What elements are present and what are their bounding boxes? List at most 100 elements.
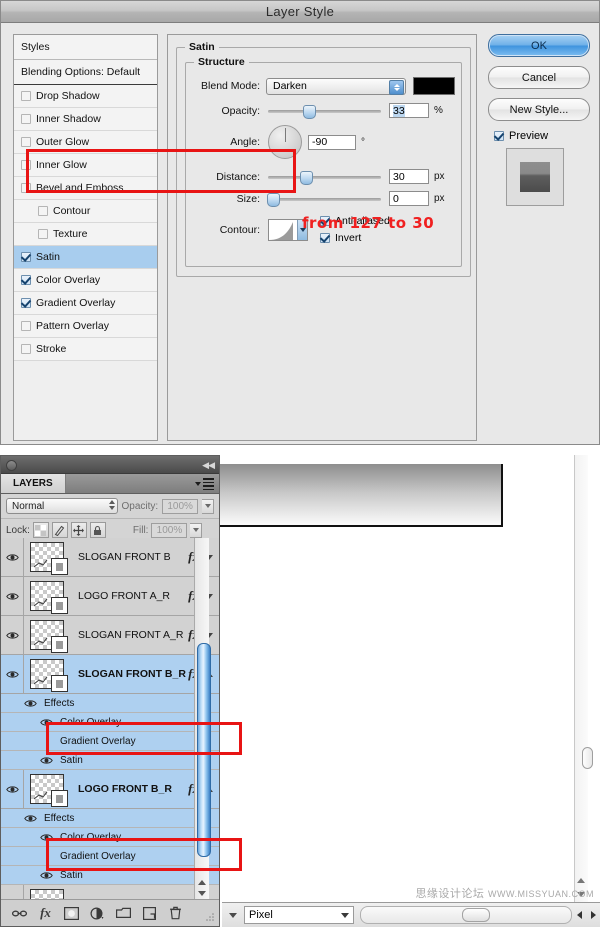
style-item-checkbox[interactable] <box>21 275 31 285</box>
layer-visibility-toggle[interactable] <box>1 538 24 576</box>
slider-knob[interactable] <box>266 192 280 207</box>
layer-thumbnail[interactable] <box>30 581 68 614</box>
opacity-input[interactable]: 33 <box>389 103 429 118</box>
style-item-stroke[interactable]: Stroke <box>14 338 157 361</box>
style-item-checkbox[interactable] <box>38 206 48 216</box>
panel-resize-grip[interactable] <box>205 912 215 922</box>
layer-effect-row[interactable]: Gradient Overlay <box>1 847 219 866</box>
lock-all-icon[interactable] <box>89 522 106 538</box>
horizontal-scroll-thumb[interactable] <box>461 908 490 922</box>
style-item-checkbox[interactable] <box>21 183 31 193</box>
layer-effect-row[interactable]: Color Overlay <box>1 828 219 847</box>
layer-row[interactable]: LOGO FRONT A_Rfx <box>1 577 219 616</box>
lock-image-pixels-icon[interactable] <box>51 522 68 538</box>
canvas-scroll-thumb[interactable] <box>582 747 593 769</box>
distance-input[interactable]: 30 <box>389 169 429 184</box>
style-item-inner-glow[interactable]: Inner Glow <box>14 154 157 177</box>
layer-effect-row[interactable]: Satin <box>1 866 219 885</box>
collapse-panel-icon[interactable]: ◀◀ <box>202 460 215 471</box>
fill-dropdown-arrow[interactable] <box>190 522 203 538</box>
layer-effects-group-row[interactable]: Effects <box>1 694 219 713</box>
style-item-checkbox[interactable] <box>21 252 31 262</box>
scroll-up-arrow-icon[interactable] <box>577 878 585 883</box>
panel-handle-icon[interactable] <box>6 460 17 471</box>
layer-effect-row[interactable]: Satin <box>1 751 219 770</box>
style-item-pattern-overlay[interactable]: Pattern Overlay <box>14 315 157 338</box>
style-item-texture[interactable]: Texture <box>14 223 157 246</box>
unit-select[interactable]: Pixel <box>244 906 354 924</box>
style-item-checkbox[interactable] <box>38 229 48 239</box>
layer-thumbnail[interactable] <box>30 542 68 575</box>
opacity-dropdown-arrow[interactable] <box>202 498 214 514</box>
layer-mask-thumbnail[interactable] <box>51 790 68 807</box>
style-item-checkbox[interactable] <box>21 160 31 170</box>
stepper-icon[interactable] <box>108 500 115 510</box>
layer-thumbnail[interactable] <box>30 774 68 807</box>
lock-position-icon[interactable] <box>70 522 87 538</box>
invert-checkbox[interactable] <box>320 233 330 243</box>
cancel-button[interactable]: Cancel <box>488 66 590 89</box>
blending-options-row[interactable]: Blending Options: Default <box>14 60 157 85</box>
effect-visibility-toggle[interactable] <box>21 699 39 708</box>
scroll-left-arrow-icon[interactable] <box>572 908 586 922</box>
layer-thumbnail[interactable] <box>30 659 68 692</box>
style-item-checkbox[interactable] <box>21 344 31 354</box>
layer-mask-thumbnail[interactable] <box>51 636 68 653</box>
effect-visibility-toggle[interactable] <box>37 871 55 880</box>
effect-visibility-toggle[interactable] <box>21 814 39 823</box>
layer-row[interactable]: LOGO FRONT B_Rfx <box>1 770 219 809</box>
new-style-button[interactable]: New Style... <box>488 98 590 121</box>
style-item-outer-glow[interactable]: Outer Glow <box>14 131 157 154</box>
layer-row[interactable]: GRADIENT BASEfx <box>1 885 219 899</box>
layer-row[interactable]: SLOGAN FRONT B_Rfx <box>1 655 219 694</box>
layer-visibility-toggle[interactable] <box>1 655 24 693</box>
angle-input[interactable]: -90 <box>308 134 356 150</box>
add-layer-mask-icon[interactable] <box>64 906 79 921</box>
layer-visibility-toggle[interactable] <box>1 577 24 615</box>
adjustment-layer-icon[interactable] <box>90 906 105 921</box>
panel-dock-header[interactable]: ◀◀ <box>1 456 219 474</box>
styles-header[interactable]: Styles <box>14 35 157 60</box>
layers-vertical-scrollbar[interactable] <box>194 538 211 899</box>
horizontal-scrollbar[interactable] <box>360 906 572 924</box>
layer-thumbnail[interactable] <box>30 620 68 653</box>
size-input[interactable]: 0 <box>389 191 429 206</box>
angle-dial[interactable] <box>268 125 302 159</box>
tab-layers[interactable]: LAYERS <box>1 474 66 493</box>
layers-scroll-down-icon[interactable] <box>196 888 208 899</box>
style-item-gradient-overlay[interactable]: Gradient Overlay <box>14 292 157 315</box>
layer-visibility-toggle[interactable] <box>1 616 24 654</box>
add-layer-style-icon[interactable]: fx <box>38 905 53 921</box>
style-item-contour[interactable]: Contour <box>14 200 157 223</box>
panel-menu-button[interactable] <box>195 478 214 490</box>
effect-visibility-toggle[interactable] <box>37 833 55 842</box>
layer-mask-thumbnail[interactable] <box>51 675 68 692</box>
layer-row[interactable]: SLOGAN FRONT Bfx <box>1 538 219 577</box>
blend-mode-select[interactable]: Darken <box>266 77 406 95</box>
layers-scroll-thumb[interactable] <box>197 643 211 857</box>
dialog-titlebar[interactable]: Layer Style <box>1 1 599 23</box>
link-layers-icon[interactable] <box>12 906 27 921</box>
opacity-slider[interactable] <box>268 104 381 119</box>
style-item-bevel-and-emboss[interactable]: Bevel and Emboss <box>14 177 157 200</box>
layer-row[interactable]: SLOGAN FRONT A_Rfx <box>1 616 219 655</box>
preview-toggle-row[interactable]: Preview <box>494 130 594 142</box>
style-item-checkbox[interactable] <box>21 321 31 331</box>
invert-row[interactable]: Invert <box>320 232 390 244</box>
layer-opacity-input[interactable]: 100% <box>162 498 199 514</box>
slider-knob[interactable] <box>299 170 313 185</box>
blend-color-swatch[interactable] <box>413 77 455 95</box>
layer-fill-input[interactable]: 100% <box>151 522 188 538</box>
canvas-vertical-scrollbar[interactable] <box>574 455 593 905</box>
style-item-checkbox[interactable] <box>21 137 31 147</box>
layers-scroll-up-icon[interactable] <box>196 877 208 888</box>
new-layer-icon[interactable] <box>142 906 157 921</box>
scroll-right-arrow-icon[interactable] <box>586 908 600 922</box>
chevron-updown-icon[interactable] <box>389 79 404 95</box>
layer-blend-mode-select[interactable]: Normal <box>6 498 118 514</box>
layer-effect-row[interactable]: Gradient Overlay <box>1 732 219 751</box>
size-slider[interactable] <box>266 192 381 207</box>
layer-rows-container[interactable]: SLOGAN FRONT BfxLOGO FRONT A_RfxSLOGAN F… <box>1 538 219 899</box>
layer-effect-row[interactable]: Color Overlay <box>1 713 219 732</box>
layer-mask-thumbnail[interactable] <box>51 558 68 575</box>
